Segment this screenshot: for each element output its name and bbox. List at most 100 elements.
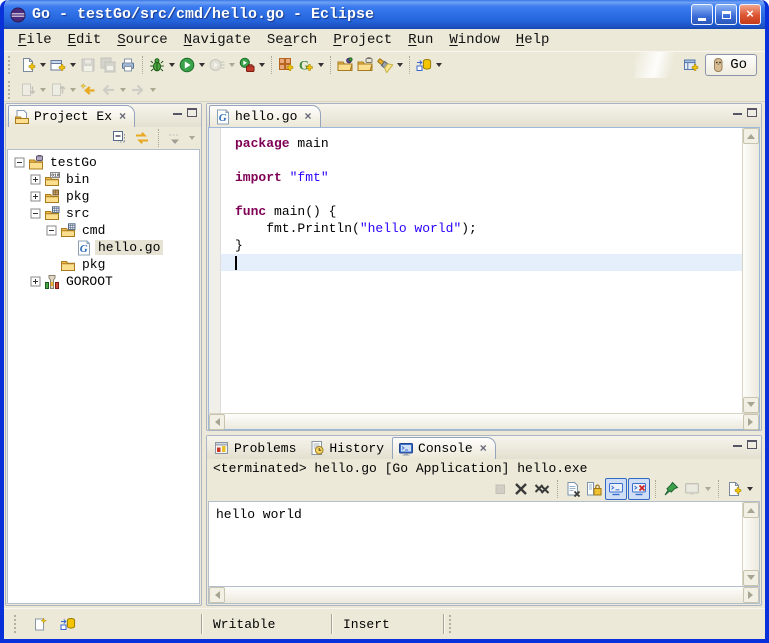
- tab-history[interactable]: History: [304, 437, 392, 459]
- maximize-editor-icon[interactable]: [747, 108, 757, 117]
- scroll-right-icon[interactable]: [743, 414, 759, 430]
- collapse-node-icon[interactable]: [30, 208, 41, 219]
- forward-button: [128, 79, 148, 101]
- sync-status-button[interactable]: [58, 613, 78, 635]
- tree-item-bin[interactable]: 010bin: [8, 171, 199, 188]
- tab-console[interactable]: Console×: [392, 437, 496, 459]
- menu-file[interactable]: File: [10, 31, 60, 49]
- minimize-view-icon[interactable]: [173, 111, 182, 115]
- clear-console-button[interactable]: [563, 478, 583, 500]
- new-wizard-dropdown-icon[interactable]: [40, 63, 46, 67]
- search-dropdown-icon[interactable]: [397, 63, 403, 67]
- last-edit-location-button[interactable]: [78, 79, 98, 101]
- tree-item-testgo[interactable]: testGo: [8, 154, 199, 171]
- menu-edit[interactable]: Edit: [60, 31, 110, 49]
- back-icon: [100, 82, 116, 98]
- maximize-button[interactable]: [715, 4, 737, 25]
- remove-all-terminated-button[interactable]: [532, 478, 552, 500]
- new-project-wizard-dropdown-icon[interactable]: [70, 63, 76, 67]
- remove-launch-button[interactable]: [511, 478, 531, 500]
- tab-project-explorer[interactable]: Project Ex ×: [8, 105, 135, 127]
- expand-node-icon[interactable]: [30, 174, 41, 185]
- new-go-application-button[interactable]: [276, 54, 296, 76]
- external-tools-dropdown-icon[interactable]: [259, 63, 265, 67]
- folder-icon: [60, 257, 76, 273]
- tree-item-src[interactable]: src: [8, 205, 199, 222]
- export-folder-icon: [357, 57, 373, 73]
- new-go-element-button[interactable]: G: [296, 54, 316, 76]
- perspective-go-button[interactable]: Go: [705, 54, 757, 76]
- console-vertical-scrollbar[interactable]: [742, 502, 759, 586]
- scroll-left-icon[interactable]: [209, 414, 225, 430]
- toolbar-grip: [8, 81, 15, 99]
- console-horizontal-scrollbar[interactable]: [208, 587, 760, 604]
- menu-navigate[interactable]: Navigate: [176, 31, 259, 49]
- title-bar[interactable]: Go - testGo/src/cmd/hello.go - Eclipse ×: [4, 0, 765, 29]
- link-with-editor-button[interactable]: [132, 127, 152, 149]
- scroll-down-icon[interactable]: [743, 397, 759, 413]
- collapse-node-icon[interactable]: [46, 225, 57, 236]
- editor-horizontal-scrollbar[interactable]: [208, 413, 760, 430]
- console-output[interactable]: hello world: [209, 502, 742, 586]
- scroll-lock-button[interactable]: [584, 478, 604, 500]
- collapse-node-icon[interactable]: [14, 157, 25, 168]
- toolbar-grip: [8, 56, 15, 74]
- sync-toggle-button[interactable]: [414, 54, 434, 76]
- print-button[interactable]: [118, 54, 138, 76]
- scroll-right-icon[interactable]: [743, 587, 759, 603]
- tree-item-pkg[interactable]: pkg: [8, 256, 199, 273]
- maximize-console-icon[interactable]: [747, 440, 757, 449]
- project-tree[interactable]: testGo010binpkgsrccmdGhello.gopkgGOROOT: [7, 149, 200, 604]
- run-button[interactable]: [177, 54, 197, 76]
- new-project-wizard-button[interactable]: [48, 54, 68, 76]
- minimize-editor-icon[interactable]: [733, 111, 742, 115]
- fast-view-button[interactable]: [30, 613, 50, 635]
- open-perspective-button[interactable]: [681, 54, 701, 76]
- debug-dropdown-icon[interactable]: [169, 63, 175, 67]
- tree-item-hello-go[interactable]: Ghello.go: [8, 239, 199, 256]
- maximize-view-icon[interactable]: [187, 108, 197, 117]
- show-on-stderr-button[interactable]: [628, 478, 650, 500]
- scroll-left-icon[interactable]: [209, 587, 225, 603]
- export-button[interactable]: [355, 54, 375, 76]
- editor-gutter: [209, 128, 221, 413]
- import-button[interactable]: [335, 54, 355, 76]
- minimize-console-icon[interactable]: [733, 443, 742, 447]
- scroll-up-icon[interactable]: [743, 502, 759, 518]
- menu-run[interactable]: Run: [400, 31, 441, 49]
- scroll-up-icon[interactable]: [743, 128, 759, 144]
- open-console-dropdown-icon[interactable]: [747, 487, 753, 491]
- show-on-stdout-button[interactable]: [605, 478, 627, 500]
- close-view-icon[interactable]: ×: [480, 442, 487, 456]
- menu-search[interactable]: Search: [259, 31, 325, 49]
- previous-annotation-button: [48, 79, 68, 101]
- sync-toggle-dropdown-icon[interactable]: [436, 63, 442, 67]
- debug-button[interactable]: [147, 54, 167, 76]
- menu-help[interactable]: Help: [508, 31, 558, 49]
- external-tools-button[interactable]: [237, 54, 257, 76]
- menu-project[interactable]: Project: [325, 31, 400, 49]
- menu-source[interactable]: Source: [109, 31, 175, 49]
- menu-window[interactable]: Window: [441, 31, 507, 49]
- new-go-element-dropdown-icon[interactable]: [318, 63, 324, 67]
- tree-item-goroot[interactable]: GOROOT: [8, 273, 199, 290]
- collapse-all-button[interactable]: [110, 127, 130, 149]
- open-console-button[interactable]: [724, 478, 744, 500]
- code-editor[interactable]: package main import "fmt" func main() { …: [221, 128, 742, 413]
- scroll-down-icon[interactable]: [743, 570, 759, 586]
- minimize-button[interactable]: [691, 4, 713, 25]
- tab-problems[interactable]: Problems: [209, 437, 304, 459]
- tree-item-pkg[interactable]: pkg: [8, 188, 199, 205]
- close-view-icon[interactable]: ×: [119, 110, 126, 124]
- editor-vertical-scrollbar[interactable]: [742, 128, 759, 413]
- expand-node-icon[interactable]: [30, 191, 41, 202]
- tree-item-cmd[interactable]: cmd: [8, 222, 199, 239]
- pin-console-button[interactable]: [661, 478, 681, 500]
- new-wizard-button[interactable]: [18, 54, 38, 76]
- expand-node-icon[interactable]: [30, 276, 41, 287]
- close-editor-icon[interactable]: ×: [304, 110, 311, 124]
- close-button[interactable]: ×: [739, 4, 761, 25]
- search-button[interactable]: [375, 54, 395, 76]
- tab-editor-hello-go[interactable]: G hello.go ×: [209, 105, 321, 127]
- run-dropdown-icon[interactable]: [199, 63, 205, 67]
